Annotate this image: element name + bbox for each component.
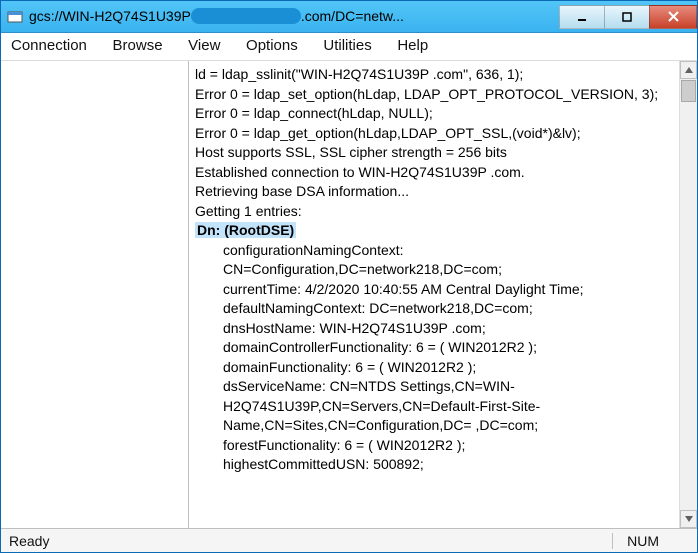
app-icon <box>7 9 23 25</box>
scroll-thumb[interactable] <box>681 80 696 102</box>
output-line: domainFunctionality: 6 = ( WIN2012R2 ); <box>195 358 675 378</box>
menu-help[interactable]: Help <box>397 37 428 54</box>
output-line: ld = ldap_sslinit("WIN-H2Q74S1U39P .com"… <box>195 65 675 85</box>
scroll-track[interactable] <box>680 103 697 510</box>
output-line: Error 0 = ldap_get_option(hLdap,LDAP_OPT… <box>195 124 675 144</box>
redaction-mark <box>191 8 301 24</box>
output-line: highestCommittedUSN: 500892; <box>195 455 675 475</box>
status-numlock: NUM <box>612 533 689 549</box>
output-line: dnsHostName: WIN-H2Q74S1U39P .com; <box>195 319 675 339</box>
scroll-down-button[interactable] <box>680 510 697 528</box>
menu-browse[interactable]: Browse <box>113 37 163 54</box>
menu-options[interactable]: Options <box>246 37 298 54</box>
tree-pane[interactable] <box>1 61 189 528</box>
minimize-button[interactable] <box>559 5 605 29</box>
output-line: defaultNamingContext: DC=network218,DC=c… <box>195 299 675 319</box>
output-pane-wrapper: ld = ldap_sslinit("WIN-H2Q74S1U39P .com"… <box>189 61 697 528</box>
menu-utilities[interactable]: Utilities <box>323 37 371 54</box>
title-prefix: gcs://WIN-H2Q74S1U39P <box>29 8 191 24</box>
title-suffix: .com/DC=netw... <box>301 8 404 24</box>
window-title: gcs://WIN-H2Q74S1U39P .com/DC=netw... <box>29 8 560 25</box>
menu-connection[interactable]: Connection <box>11 37 87 54</box>
window-buttons <box>560 5 697 29</box>
statusbar: Ready NUM <box>1 528 697 552</box>
output-line: Host supports SSL, SSL cipher strength =… <box>195 143 675 163</box>
status-ready: Ready <box>9 533 612 549</box>
rootdse-highlight: Dn: (RootDSE) <box>195 222 296 238</box>
output-line: dsServiceName: CN=NTDS Settings,CN=WIN-H… <box>195 377 675 436</box>
output-line: Error 0 = ldap_set_option(hLdap, LDAP_OP… <box>195 85 675 105</box>
titlebar: gcs://WIN-H2Q74S1U39P .com/DC=netw... <box>1 1 697 33</box>
menu-view[interactable]: View <box>188 37 220 54</box>
output-line: currentTime: 4/2/2020 10:40:55 AM Centra… <box>195 280 675 300</box>
output-line: domainControllerFunctionality: 6 = ( WIN… <box>195 338 675 358</box>
vertical-scrollbar[interactable] <box>679 61 697 528</box>
output-pane[interactable]: ld = ldap_sslinit("WIN-H2Q74S1U39P .com"… <box>189 61 679 528</box>
output-line: configurationNamingContext: CN=Configura… <box>195 241 675 280</box>
menubar: Connection Browse View Options Utilities… <box>1 33 697 61</box>
output-line: forestFunctionality: 6 = ( WIN2012R2 ); <box>195 436 675 456</box>
workspace: ld = ldap_sslinit("WIN-H2Q74S1U39P .com"… <box>1 61 697 528</box>
output-line: Error 0 = ldap_connect(hLdap, NULL); <box>195 104 675 124</box>
output-line: Retrieving base DSA information... <box>195 182 675 202</box>
maximize-button[interactable] <box>604 5 650 29</box>
output-line: Established connection to WIN-H2Q74S1U39… <box>195 163 675 183</box>
close-button[interactable] <box>649 5 697 29</box>
output-line-dn: Dn: (RootDSE) <box>195 221 675 241</box>
scroll-up-button[interactable] <box>680 61 697 79</box>
output-line: Getting 1 entries: <box>195 202 675 222</box>
